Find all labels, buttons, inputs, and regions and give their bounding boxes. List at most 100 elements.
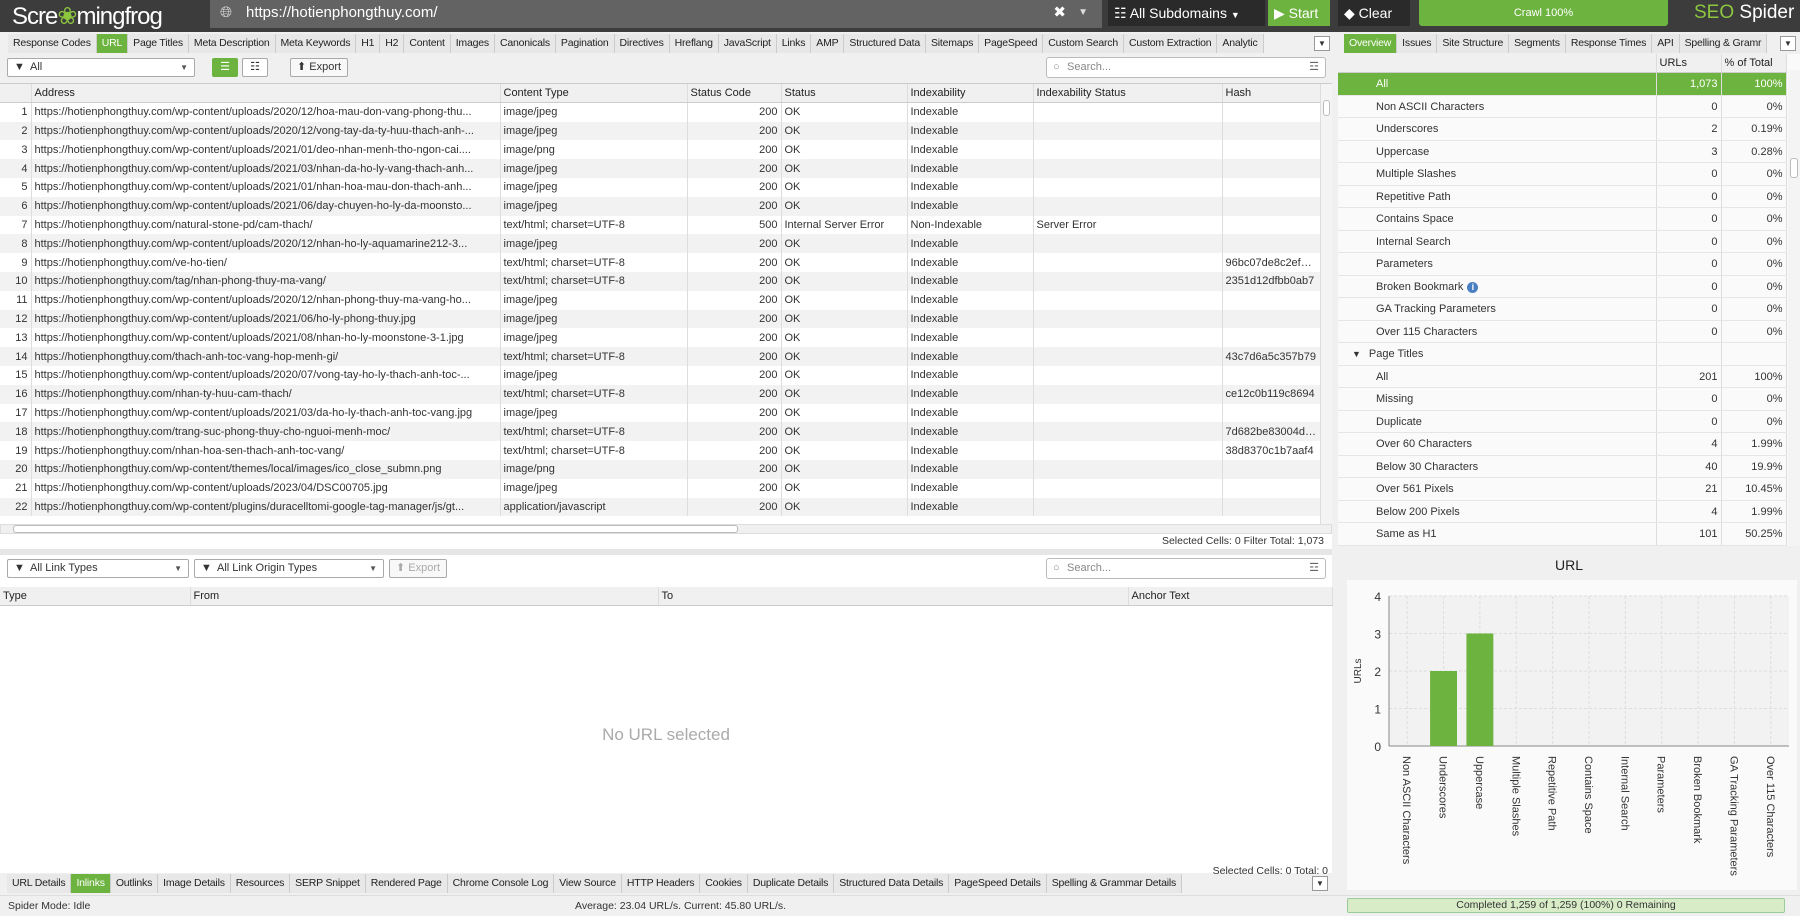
tab-rendered-page[interactable]: Rendered Page (365, 874, 448, 893)
tab-response-codes[interactable]: Response Codes (8, 34, 97, 53)
table-row[interactable]: 8 https://hotienphongthuy.com/wp-content/… (0, 234, 1321, 254)
tab-cookies[interactable]: Cookies (700, 874, 748, 893)
overview-row[interactable]: Multiple Slashes 0 0% (1338, 162, 1787, 186)
overview-row[interactable]: Missing 0 0% (1338, 387, 1787, 411)
overview-row[interactable]: Non ASCII Characters 0 0% (1338, 95, 1787, 119)
tab-response-times[interactable]: Response Times (1565, 34, 1653, 53)
tab-view-source[interactable]: View Source (554, 874, 622, 893)
table-row[interactable]: 13 https://hotienphongthuy.com/wp-content… (0, 328, 1321, 348)
overview-row[interactable]: Over 60 Characters 4 1.99% (1338, 432, 1787, 456)
table-row[interactable]: 3 https://hotienphongthuy.com/wp-content/… (0, 140, 1321, 160)
clear-url-icon[interactable]: ✖ (1053, 0, 1066, 26)
overview-row[interactable]: Below 30 Characters 40 19.9% (1338, 455, 1787, 479)
horizontal-scrollbar[interactable] (0, 524, 1332, 534)
lower-search-input[interactable]: ○ Search... ☲ (1046, 558, 1326, 579)
table-row[interactable]: 15 https://hotienphongthuy.com/wp-content… (0, 365, 1321, 385)
tab-resources[interactable]: Resources (230, 874, 291, 893)
table-row[interactable]: 6 https://hotienphongthuy.com/wp-content/… (0, 196, 1321, 216)
column-header-indexability[interactable]: Indexability (907, 84, 1034, 104)
overview-row[interactable]: All 201 100% (1338, 365, 1787, 389)
tab-duplicate-details[interactable]: Duplicate Details (747, 874, 835, 893)
lower-column-type[interactable]: Type (0, 587, 191, 607)
tab-chrome-console-log[interactable]: Chrome Console Log (447, 874, 555, 893)
overview-row[interactable]: Underscores 2 0.19% (1338, 117, 1787, 141)
tab-analytic[interactable]: Analytic (1217, 34, 1264, 53)
filter-dropdown[interactable]: ▼ All ▼ (7, 58, 195, 77)
info-icon[interactable]: i (1467, 281, 1479, 293)
overview-row[interactable]: Same as H1 101 50.25% (1338, 522, 1787, 546)
tab-image-details[interactable]: Image Details (158, 874, 231, 893)
tab-structured-data[interactable]: Structured Data (844, 34, 926, 53)
overview-row[interactable]: Contains Space 0 0% (1338, 207, 1787, 231)
tab-api[interactable]: API (1652, 34, 1680, 53)
export-button[interactable]: ⬆ Export (290, 58, 349, 77)
table-row[interactable]: 21 https://hotienphongthuy.com/wp-content… (0, 478, 1321, 498)
lower-column-anchor-text[interactable]: Anchor Text (1128, 587, 1333, 607)
search-input[interactable]: ○ Search... ☲ (1046, 57, 1326, 78)
bar-underscores[interactable] (1430, 671, 1457, 746)
tab-outlinks[interactable]: Outlinks (110, 874, 159, 893)
overview-row[interactable]: Over 561 Pixels 21 10.45% (1338, 477, 1787, 501)
overview-row[interactable]: Duplicate 0 0% (1338, 410, 1787, 434)
overview-row[interactable]: Broken Bookmark i 0 0% (1338, 275, 1787, 299)
link-origin-types-dropdown[interactable]: ▼ All Link Origin Types ▼ (194, 559, 384, 578)
tab-pagination[interactable]: Pagination (555, 34, 615, 53)
tab-page-titles[interactable]: Page Titles (128, 34, 189, 53)
tab-meta-keywords[interactable]: Meta Keywords (275, 34, 357, 53)
table-row[interactable]: 7 https://hotienphongthuy.com/natural-sto… (0, 215, 1321, 235)
tab-images[interactable]: Images (450, 34, 495, 53)
tab-canonicals[interactable]: Canonicals (494, 34, 556, 53)
lower-column-from[interactable]: From (190, 587, 659, 607)
table-row[interactable]: 9 https://hotienphongthuy.com/ve-ho-tien/… (0, 253, 1321, 272)
more-right-tabs-dropdown-icon[interactable]: ▼ (1780, 36, 1796, 51)
vertical-scrollbar[interactable] (1320, 84, 1332, 529)
overview-row[interactable]: All 1,073 100% (1338, 72, 1787, 96)
tab-site-structure[interactable]: Site Structure (1437, 34, 1510, 53)
table-row[interactable]: 16 https://hotienphongthuy.com/nhan-ty-hu… (0, 384, 1321, 404)
overview-row[interactable]: GA Tracking Parameters 0 0% (1338, 297, 1787, 321)
collapse-triangle-icon[interactable]: ▼ (1352, 349, 1361, 359)
clear-button[interactable]: ◆ Clear (1338, 0, 1410, 26)
table-row[interactable]: 14 https://hotienphongthuy.com/thach-anh-… (0, 347, 1321, 366)
bar-uppercase[interactable] (1466, 633, 1494, 747)
url-history-dropdown-icon[interactable]: ▼ (1078, 0, 1088, 26)
table-row[interactable]: 19 https://hotienphongthuy.com/nhan-hoa-s… (0, 441, 1321, 460)
tab-amp[interactable]: AMP (811, 34, 845, 53)
column-header-index[interactable] (0, 84, 32, 104)
tab-issues[interactable]: Issues (1397, 34, 1438, 53)
tab-content[interactable]: Content (404, 34, 451, 53)
table-row[interactable]: 2 https://hotienphongthuy.com/wp-content/… (0, 121, 1321, 141)
column-header-hash[interactable]: Hash (1222, 84, 1321, 104)
tab-overview[interactable]: Overview (1344, 34, 1398, 53)
overview-col-urls[interactable]: URLs (1656, 54, 1722, 74)
column-header-address[interactable]: Address (31, 84, 501, 104)
overview-row[interactable]: Repetitive Path 0 0% (1338, 185, 1787, 209)
column-header-status-code[interactable]: Status Code (687, 84, 782, 104)
lower-column-to[interactable]: To (658, 587, 1129, 607)
overview-row[interactable]: Internal Search 0 0% (1338, 230, 1787, 254)
tree-view-button[interactable]: ☷ (242, 58, 268, 77)
tab-url[interactable]: URL (96, 34, 129, 53)
tab-custom-search[interactable]: Custom Search (1043, 34, 1124, 53)
tab-pagespeed[interactable]: PageSpeed (979, 34, 1044, 53)
tab-spelling-grammar-details[interactable]: Spelling & Grammar Details (1046, 874, 1183, 893)
table-row[interactable]: 17 https://hotienphongthuy.com/wp-content… (0, 403, 1321, 423)
more-tabs-dropdown-icon[interactable]: ▼ (1314, 36, 1330, 51)
tab-inlinks[interactable]: Inlinks (71, 874, 111, 893)
tab-serp-snippet[interactable]: SERP Snippet (290, 874, 366, 893)
tab-http-headers[interactable]: HTTP Headers (621, 874, 701, 893)
column-header-indexability-status[interactable]: Indexability Status (1033, 84, 1223, 104)
tab-links[interactable]: Links (776, 34, 812, 53)
tab-h2[interactable]: H2 (380, 34, 405, 53)
table-row[interactable]: 4 https://hotienphongthuy.com/wp-content/… (0, 159, 1321, 178)
table-row[interactable]: 18 https://hotienphongthuy.com/trang-suc-… (0, 422, 1321, 442)
column-header-content-type[interactable]: Content Type (500, 84, 688, 104)
start-button[interactable]: ▶ Start (1268, 0, 1330, 26)
list-view-button[interactable]: ☰ (212, 58, 238, 77)
overview-row[interactable]: Parameters 0 0% (1338, 252, 1787, 276)
tab-hreflang[interactable]: Hreflang (669, 34, 719, 53)
url-input[interactable]: 🌐︎ https://hotienphongthuy.com/ ✖ ▼ (210, 0, 1102, 28)
scrollbar-thumb[interactable] (1323, 100, 1330, 116)
tab-sitemaps[interactable]: Sitemaps (925, 34, 980, 53)
overview-row[interactable]: Uppercase 3 0.28% (1338, 140, 1787, 164)
